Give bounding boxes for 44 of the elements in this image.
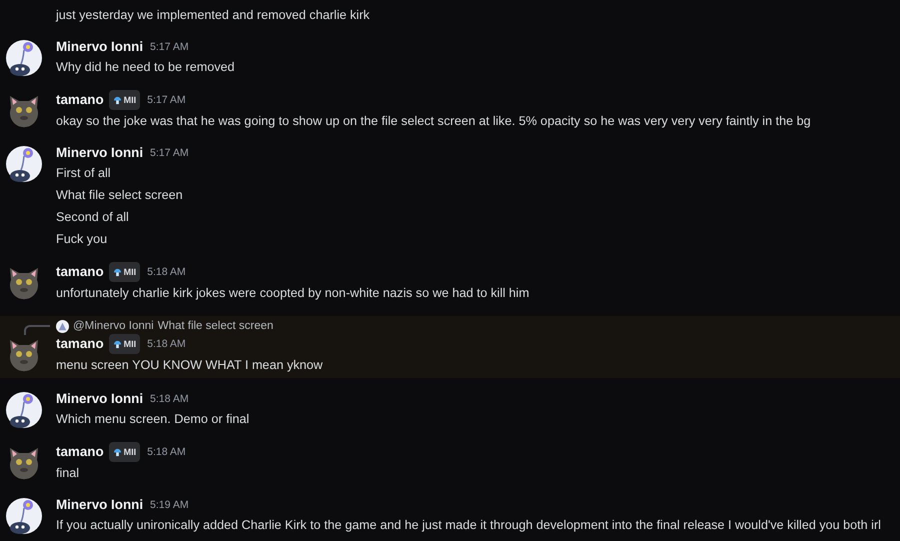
message-text: Which menu screen. Demo or final [56,411,250,428]
timestamp: 5:17 AM [147,93,186,108]
timestamp: 5:18 AM [147,445,186,460]
message-text: just yesterday we implemented and removed charlie kirk [56,7,371,24]
reply-author: @Minervo Ionni [73,319,154,334]
avatar-icon[interactable] [6,40,42,76]
avatar-icon[interactable] [6,392,42,428]
username[interactable]: Minervo Ionni [56,144,144,162]
username[interactable]: tamano [56,91,104,109]
mushroom-icon [112,448,122,456]
reply-spine [24,325,50,335]
message-text: First of all [56,165,112,182]
username[interactable]: tamano [56,443,104,461]
small-avatar-icon [56,320,69,332]
timestamp: 5:18 AM [147,337,186,352]
message-text: menu screen YOU KNOW WHAT I mean yknow [56,357,324,374]
role-badge: MII [108,442,140,462]
reply-text: What file select screen [158,319,274,334]
message-text: What file select screen [56,187,184,204]
message-text: unfortunately charlie kirk jokes were coopted by non-white nazis so we had to kill him [56,285,530,302]
message-text: If you actually unironically added Charlie Kirk to the game and he just made it through development into the final release I would've killed you both irl [56,517,882,534]
role-badge: MII [108,262,140,282]
avatar-icon[interactable] [6,498,42,534]
username[interactable]: Minervo Ionni [56,38,144,56]
username[interactable]: tamano [56,263,104,281]
username[interactable]: tamano [56,335,104,353]
role-badge: MII [108,90,140,110]
message-text: final [56,465,80,482]
message-text: okay so the joke was that he was going to show up on the file select screen at like. 5% opacity so he was very very very faintly in the bg [56,113,812,130]
avatar-icon[interactable] [6,146,42,182]
timestamp: 5:18 AM [147,265,186,280]
timestamp: 5:19 AM [150,498,189,513]
message-text: Second of all [56,209,130,226]
message-text: Why did he need to be removed [56,59,236,76]
mushroom-icon [112,96,122,104]
role-badge: MII [108,334,140,354]
username[interactable]: Minervo Ionni [56,390,144,408]
mushroom-icon [112,340,122,348]
username[interactable]: Minervo Ionni [56,496,144,514]
timestamp: 5:17 AM [150,40,189,55]
timestamp: 5:18 AM [150,392,189,407]
mushroom-icon [112,268,122,276]
timestamp: 5:17 AM [150,146,189,161]
message-text: Fuck you [56,231,108,248]
